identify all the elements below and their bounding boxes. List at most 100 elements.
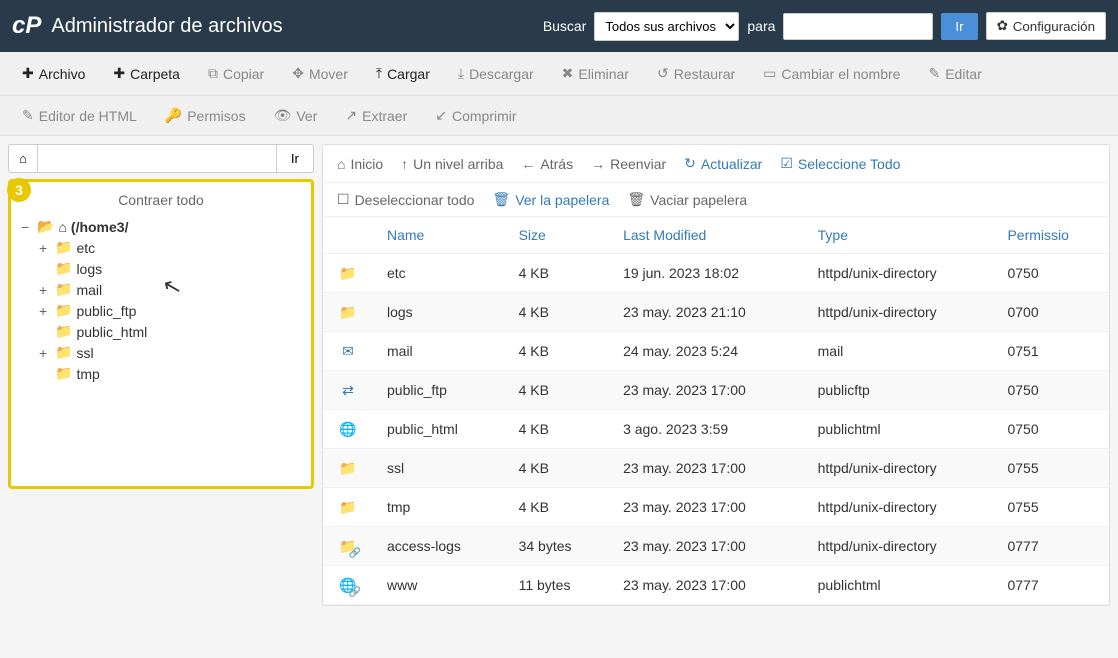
folder-icon: 📁 (55, 260, 72, 277)
copy-button[interactable]: ⧉Copiar (196, 58, 276, 89)
table-row[interactable]: 📁logs4 KB23 may. 2023 21:10httpd/unix-di… (323, 293, 1109, 332)
cell-type: httpd/unix-directory (804, 254, 994, 293)
html-editor-button[interactable]: ✎ Editor de HTML (10, 100, 149, 131)
collapse-all-link[interactable]: Contraer todo (17, 188, 305, 216)
right-pane: ⌂Inicio ↑Un nivel arriba ←Atrás →Reenvia… (322, 144, 1110, 606)
extract-button[interactable]: ↗Extraer (333, 100, 419, 131)
delete-button[interactable]: ✖Eliminar (550, 58, 641, 89)
cpanel-logo-icon: cP (12, 12, 41, 40)
search-scope-select[interactable]: Todos sus archivos (594, 12, 739, 41)
config-button[interactable]: ✿ Configuración (986, 12, 1106, 40)
nav-emptytrash-label: Vaciar papelera (650, 192, 747, 208)
cell-type: mail (804, 332, 994, 371)
path-input[interactable] (38, 144, 277, 173)
permissions-button[interactable]: 🔑Permisos (153, 100, 258, 131)
cell-modified: 23 may. 2023 21:10 (609, 293, 804, 332)
expand-icon[interactable]: + (39, 303, 51, 319)
upload-label: Cargar (387, 66, 430, 82)
folder-tree: − 📂 ⌂ (/home3/ +📁etc📁logs+📁mail+📁public_… (17, 216, 305, 384)
table-row[interactable]: 🌐🔗www11 bytes23 may. 2023 17:00publichtm… (323, 566, 1109, 605)
move-icon: ✥ (292, 65, 304, 82)
nav-back-button[interactable]: ←Atrás (521, 156, 573, 172)
collapse-icon[interactable]: − (21, 219, 33, 235)
cell-name: logs (373, 293, 505, 332)
expand-icon[interactable]: + (39, 240, 51, 256)
nav-forward-button[interactable]: →Reenviar (591, 156, 666, 172)
table-row[interactable]: 🌐public_html4 KB3 ago. 2023 3:59publicht… (323, 410, 1109, 449)
table-row[interactable]: ⇄public_ftp4 KB23 may. 2023 17:00publicf… (323, 371, 1109, 410)
download-icon: ⤓ (458, 65, 464, 82)
expand-icon[interactable]: + (39, 345, 51, 361)
tree-item[interactable]: +📁etc (21, 237, 305, 258)
tree-item-label: public_html (76, 324, 147, 340)
cell-name: tmp (373, 488, 505, 527)
edit-button[interactable]: ✎Editar (916, 58, 993, 89)
search-input[interactable] (783, 13, 933, 40)
tree-root[interactable]: − 📂 ⌂ (/home3/ (21, 216, 305, 237)
folder-icon: 📁 (55, 344, 72, 361)
nav-deselect-button[interactable]: ☐Deseleccionar todo (337, 191, 474, 208)
cell-modified: 3 ago. 2023 3:59 (609, 410, 804, 449)
tree-item[interactable]: +📁ssl (21, 342, 305, 363)
restore-button[interactable]: ↺Restaurar (645, 58, 747, 89)
view-button[interactable]: 👁Ver (262, 100, 330, 131)
cell-icon: 📁 (323, 293, 373, 332)
nav-reload-label: Actualizar (701, 156, 762, 172)
tree-root-label: (/home3/ (71, 219, 129, 235)
nav-bar: ⌂Inicio ↑Un nivel arriba ←Atrás →Reenvia… (323, 145, 1109, 183)
expand-icon[interactable]: + (39, 282, 51, 298)
folder-button[interactable]: ✚Carpeta (101, 58, 192, 89)
col-size[interactable]: Size (505, 217, 609, 254)
table-row[interactable]: 📁ssl4 KB23 may. 2023 17:00httpd/unix-dir… (323, 449, 1109, 488)
rename-button[interactable]: ▭Cambiar el nombre (751, 58, 912, 89)
edit-icon: ✎ (22, 107, 34, 124)
cell-size: 4 KB (505, 449, 609, 488)
col-type[interactable]: Type (804, 217, 994, 254)
path-go-button[interactable]: Ir (277, 144, 314, 173)
col-perm[interactable]: Permissio (993, 217, 1109, 254)
nav-reload-button[interactable]: ↻ Actualizar (684, 155, 762, 172)
nav-bar-2: ☐Deseleccionar todo 🗑Ver la papelera 🗑Va… (323, 183, 1109, 217)
nav-up-button[interactable]: ↑Un nivel arriba (401, 156, 503, 172)
upload-button[interactable]: ⤒Cargar (364, 58, 442, 89)
download-button[interactable]: ⤓Descargar (446, 58, 546, 89)
nav-home-button[interactable]: ⌂Inicio (337, 156, 383, 172)
nav-home-label: Inicio (350, 156, 383, 172)
table-row[interactable]: ✉mail4 KB24 may. 2023 5:24mail0751 (323, 332, 1109, 371)
search-go-button[interactable]: Ir (941, 13, 977, 40)
nav-back-label: Atrás (540, 156, 573, 172)
cell-perm: 0700 (993, 293, 1109, 332)
html-editor-label: Editor de HTML (39, 108, 137, 124)
cell-modified: 23 may. 2023 17:00 (609, 449, 804, 488)
cell-icon: 🌐🔗 (323, 566, 373, 605)
table-row[interactable]: 📁etc4 KB19 jun. 2023 18:02httpd/unix-dir… (323, 254, 1109, 293)
nav-emptytrash-button[interactable]: 🗑Vaciar papelera (627, 191, 747, 208)
path-home-button[interactable]: ⌂ (8, 144, 38, 173)
reload-icon: ↻ (684, 155, 696, 172)
nav-select-all-button[interactable]: ☑Seleccione Todo (780, 155, 900, 172)
tree-item[interactable]: +📁public_ftp (21, 300, 305, 321)
col-name[interactable]: Name (373, 217, 505, 254)
compress-button[interactable]: ↙Comprimir (423, 100, 528, 131)
move-button[interactable]: ✥Mover (280, 58, 360, 89)
eye-icon: 👁 (274, 107, 292, 124)
delete-icon: ✖ (562, 65, 574, 82)
key-icon: 🔑 (165, 107, 182, 124)
app-header: cP Administrador de archivos Buscar Todo… (0, 0, 1118, 52)
app-title-wrap: cP Administrador de archivos (12, 12, 283, 40)
table-row[interactable]: 📁tmp4 KB23 may. 2023 17:00httpd/unix-dir… (323, 488, 1109, 527)
compress-label: Comprimir (452, 108, 517, 124)
cell-icon: 📁 (323, 449, 373, 488)
tree-item[interactable]: 📁tmp (21, 363, 305, 384)
table-row[interactable]: 📁🔗access-logs34 bytes23 may. 2023 17:00h… (323, 527, 1109, 566)
tree-item[interactable]: 📁public_html (21, 321, 305, 342)
col-modified[interactable]: Last Modified (609, 217, 804, 254)
nav-viewtrash-button[interactable]: 🗑Ver la papelera (492, 191, 609, 208)
cell-name: www (373, 566, 505, 605)
file-button[interactable]: ✚Archivo (10, 58, 97, 89)
cell-perm: 0777 (993, 566, 1109, 605)
cell-perm: 0755 (993, 488, 1109, 527)
nav-viewtrash-label: Ver la papelera (515, 192, 609, 208)
cell-type: httpd/unix-directory (804, 488, 994, 527)
path-bar: ⌂ Ir (8, 144, 314, 173)
